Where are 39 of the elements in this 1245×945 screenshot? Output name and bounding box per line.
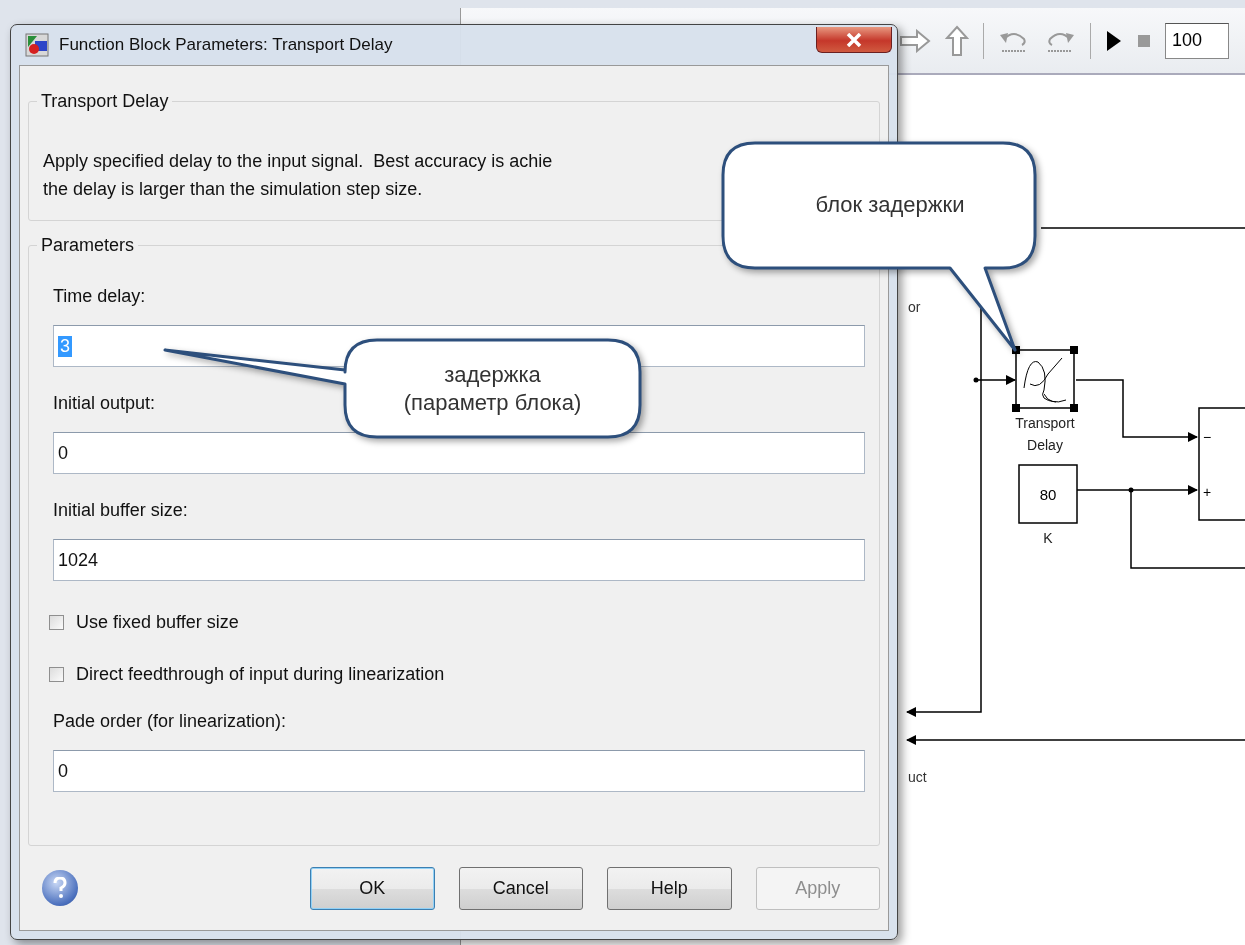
dialog-button[interactable]: Help	[607, 866, 732, 910]
callout-text: задержка (параметр блока)	[402, 361, 583, 417]
callout-text: блок задержки	[814, 191, 966, 219]
input-field[interactable]: 1024	[53, 539, 865, 581]
field-label: Initial buffer size:	[53, 500, 188, 521]
branch-point	[1128, 487, 1134, 493]
group-title: Transport Delay	[37, 91, 173, 112]
field-label: Time delay:	[53, 286, 146, 307]
checkbox-label: Direct feedthrough of input during linearization	[76, 663, 445, 685]
stop-icon[interactable]	[1137, 33, 1151, 48]
checkbox[interactable]	[49, 614, 64, 630]
block-parameters-icon	[25, 33, 49, 57]
port-sign: −	[1203, 429, 1212, 445]
block-label: uct	[908, 769, 927, 785]
close-button[interactable]	[816, 27, 892, 53]
help-icon[interactable]	[42, 870, 78, 906]
block-label: or	[908, 299, 921, 315]
play-icon[interactable]	[1105, 29, 1123, 52]
checkbox[interactable]	[49, 666, 64, 682]
input-field[interactable]: 0	[53, 432, 865, 474]
branch-point	[973, 377, 979, 383]
forward-arrow-icon[interactable]	[899, 28, 931, 53]
dialog-button[interactable]: Cancel	[458, 866, 583, 910]
transport-delay-block[interactable]	[1012, 346, 1078, 412]
dialog-button[interactable]: OK	[310, 866, 435, 910]
field-label: Pade order (for linearization):	[53, 711, 287, 732]
block-label: K	[1043, 530, 1053, 546]
close-icon	[846, 32, 862, 47]
port-sign: +	[1203, 484, 1212, 500]
sum-block[interactable]	[1198, 407, 1245, 521]
up-arrow-icon[interactable]	[945, 24, 969, 57]
block-label: Transport Delay	[1015, 415, 1075, 453]
checkbox-label: Use fixed buffer size	[76, 611, 239, 633]
input-field[interactable]: 0	[53, 750, 865, 792]
stop-time-field[interactable]: 100	[1165, 22, 1229, 59]
gain-block[interactable]: 80	[1018, 464, 1078, 524]
window-title: Function Block Parameters: Transport Delay	[59, 35, 393, 55]
field-label: Initial output:	[53, 393, 156, 414]
block-description: Apply specified delay to the input signal. Best accuracy is achie the delay is larger than the simulation step size.	[43, 150, 554, 201]
